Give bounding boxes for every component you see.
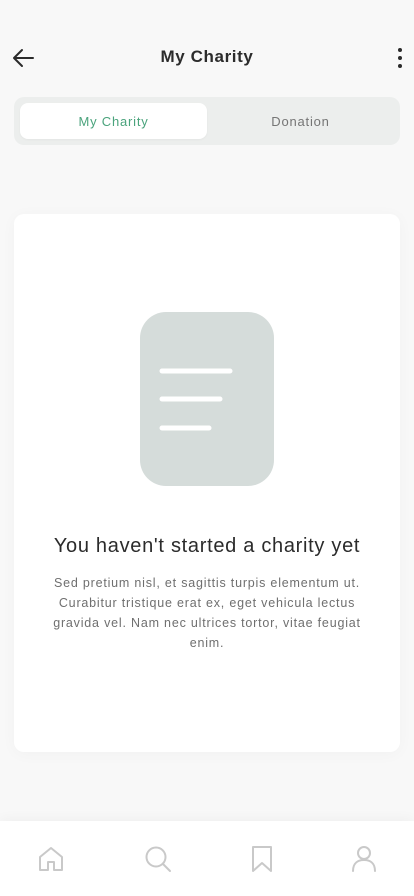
document-icon [140, 312, 274, 486]
search-icon [145, 846, 171, 872]
more-options-button[interactable] [392, 42, 408, 74]
segmented-tabs: My Charity Donation [14, 97, 400, 145]
tab-donation[interactable]: Donation [207, 103, 394, 139]
page-title: My Charity [160, 47, 254, 66]
nav-profile[interactable] [349, 844, 379, 874]
bottom-navigation [0, 821, 414, 896]
tab-my-charity[interactable]: My Charity [20, 103, 207, 139]
empty-state-description: Sed pretium nisl, et sagittis turpis ele… [53, 576, 361, 650]
more-vertical-icon [398, 48, 402, 68]
profile-icon [352, 846, 376, 872]
home-icon [39, 847, 63, 871]
app-screen: My Charity My Charity Donation You haven… [0, 0, 414, 896]
bookmark-icon [252, 846, 272, 872]
header: My Charity [0, 36, 414, 80]
nav-search[interactable] [143, 844, 173, 874]
nav-bookmark[interactable] [247, 844, 277, 874]
nav-home[interactable] [36, 844, 66, 874]
empty-state-title: You haven't started a charity yet [53, 535, 361, 557]
empty-state-card: You haven't started a charity yet Sed pr… [14, 214, 400, 752]
